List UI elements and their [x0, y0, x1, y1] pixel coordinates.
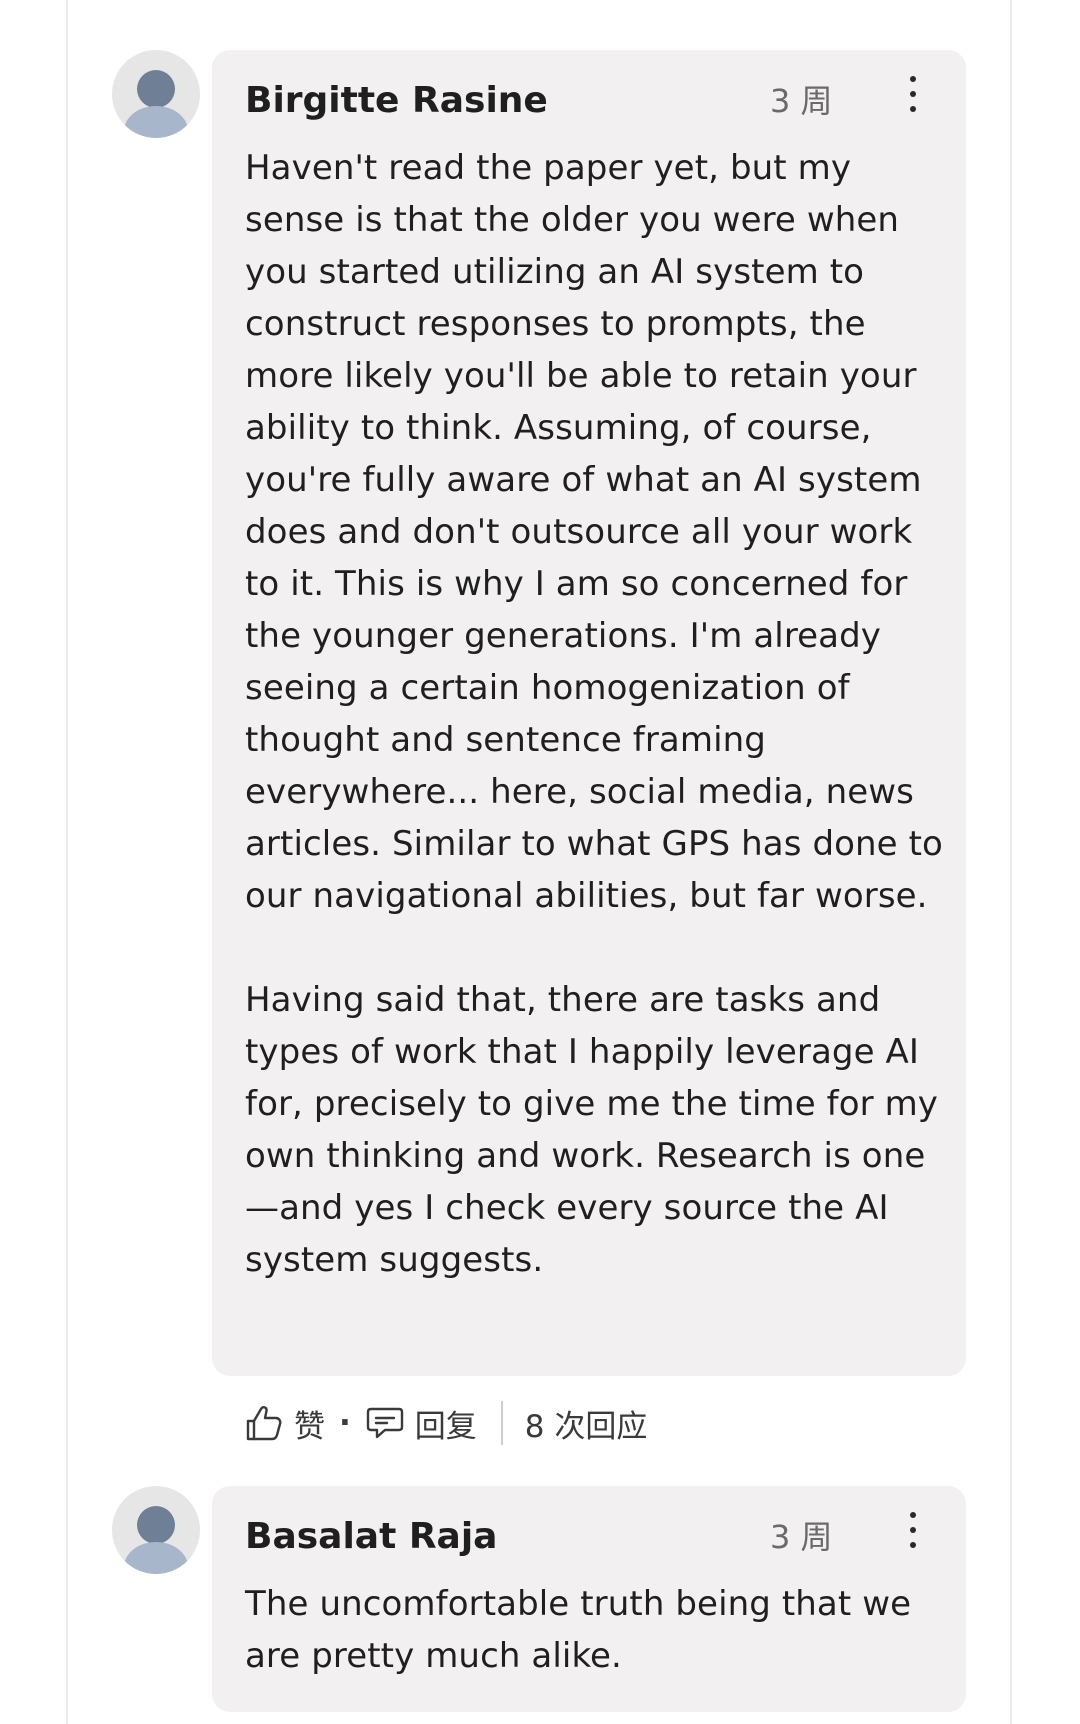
- avatar[interactable]: [112, 1486, 200, 1574]
- comment-paragraph: Haven't read the paper yet, but my sense…: [245, 148, 943, 916]
- comment-author[interactable]: Basalat Raja: [245, 1516, 497, 1557]
- avatar-shoulders: [124, 106, 188, 138]
- speech-bubble-icon[interactable]: [365, 1403, 405, 1443]
- avatar-shoulders: [124, 1542, 188, 1574]
- avatar-head: [137, 1506, 175, 1544]
- comment-actions: 赞 · 回复 8 次回应: [244, 1398, 647, 1448]
- page-border-right: [1010, 0, 1012, 1724]
- avatar[interactable]: [112, 50, 200, 138]
- avatar-head: [137, 70, 175, 108]
- comment-paragraph: The uncomfortable truth being that we ar…: [245, 1584, 912, 1676]
- comment-bubble: Birgitte Rasine 3 周 Haven't read the pap…: [212, 50, 966, 1376]
- comment-timestamp: 3 周: [770, 1518, 833, 1556]
- separator-dot: ·: [339, 1405, 351, 1441]
- comment-body: Haven't read the paper yet, but my sense…: [245, 142, 945, 1286]
- like-button[interactable]: 赞: [294, 1401, 325, 1446]
- page-border-left: [66, 0, 68, 1724]
- more-options-button[interactable]: [898, 72, 928, 116]
- responses-count-link[interactable]: 8 次回应: [525, 1401, 648, 1446]
- comment-paragraph: Having said that, there are tasks and ty…: [245, 980, 939, 1280]
- reply-button[interactable]: 回复: [415, 1401, 477, 1446]
- comment-body: The uncomfortable truth being that we ar…: [245, 1578, 945, 1682]
- comment-author[interactable]: Birgitte Rasine: [245, 80, 548, 121]
- comment-timestamp: 3 周: [770, 82, 833, 120]
- more-options-button[interactable]: [898, 1508, 928, 1552]
- actions-divider: [500, 1401, 503, 1445]
- thumbs-up-icon[interactable]: [244, 1403, 284, 1443]
- comment-bubble: Basalat Raja 3 周 The uncomfortable truth…: [212, 1486, 966, 1712]
